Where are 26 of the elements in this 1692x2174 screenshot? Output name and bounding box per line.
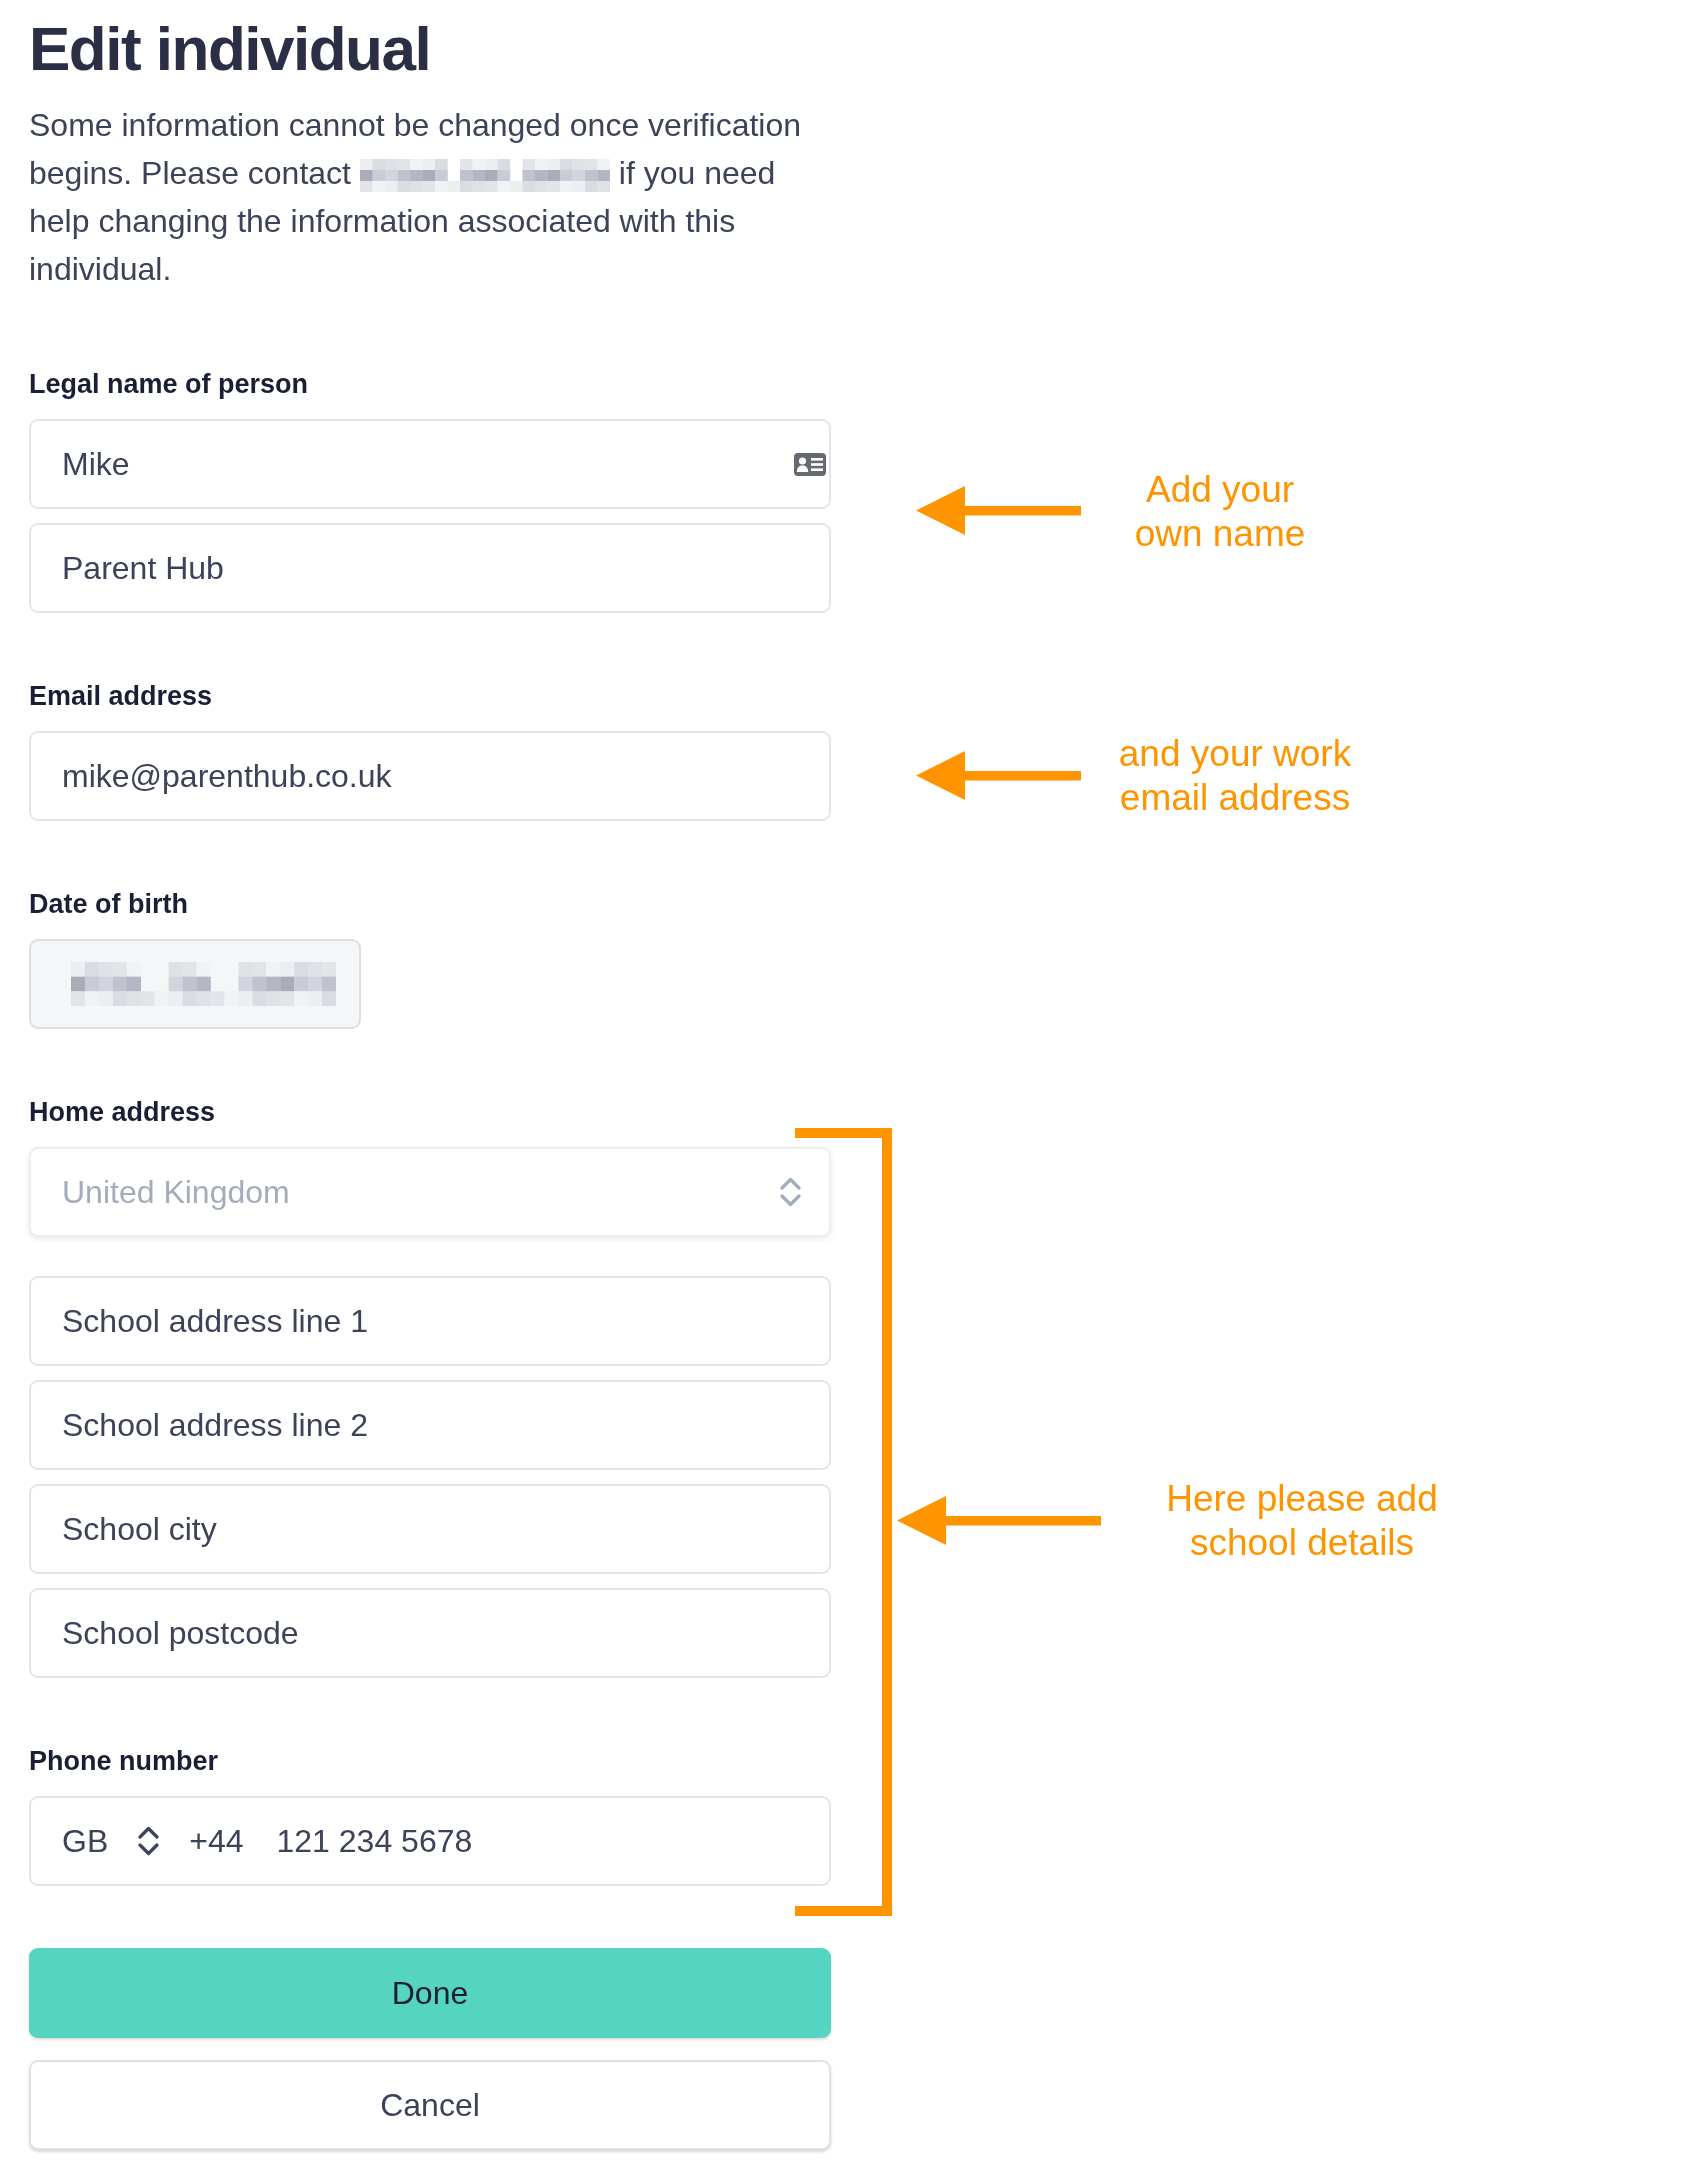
- contact-card-icon[interactable]: [794, 452, 826, 476]
- updown-chevron-icon: [779, 1176, 802, 1208]
- text-field[interactable]: School address line 1: [29, 1276, 831, 1366]
- field-label: Phone number: [29, 1745, 219, 1778]
- updown-chevron-icon: [137, 1825, 161, 1857]
- field-label: Date of birth: [29, 888, 189, 921]
- text-field[interactable]: Parent Hub: [29, 523, 831, 613]
- field-label: Email address: [29, 680, 214, 713]
- phone-number-value: 121 234 5678: [276, 1822, 473, 1860]
- text-field[interactable]: School city: [29, 1484, 831, 1574]
- field-label: Home address: [29, 1096, 217, 1129]
- annotation-text: Here please add school details: [1165, 1477, 1439, 1565]
- text-field[interactable]: mike@parenthub.co.uk: [29, 731, 831, 821]
- text-field[interactable]: School postcode: [29, 1588, 831, 1678]
- phone-field[interactable]: GB +44 121 234 5678: [29, 1796, 831, 1886]
- text-field[interactable]: School address line 2: [29, 1380, 831, 1470]
- field-label: Legal name of person: [29, 368, 310, 401]
- annotation-text: and your work email address: [1117, 732, 1353, 820]
- page-title: Edit individual: [29, 13, 432, 84]
- text-field[interactable]: Mike: [29, 419, 831, 509]
- annotation-text: Add your own name: [1133, 468, 1307, 556]
- submit-button[interactable]: Done: [29, 1948, 831, 2038]
- dial-code-text: +44: [189, 1822, 244, 1860]
- description-text: Some information cannot be changed once verification begins. Please contact if you need help changing the information associated with this individual.: [29, 106, 803, 289]
- country-code-select[interactable]: GB: [62, 1822, 161, 1860]
- cancel-button[interactable]: Cancel: [29, 2060, 831, 2150]
